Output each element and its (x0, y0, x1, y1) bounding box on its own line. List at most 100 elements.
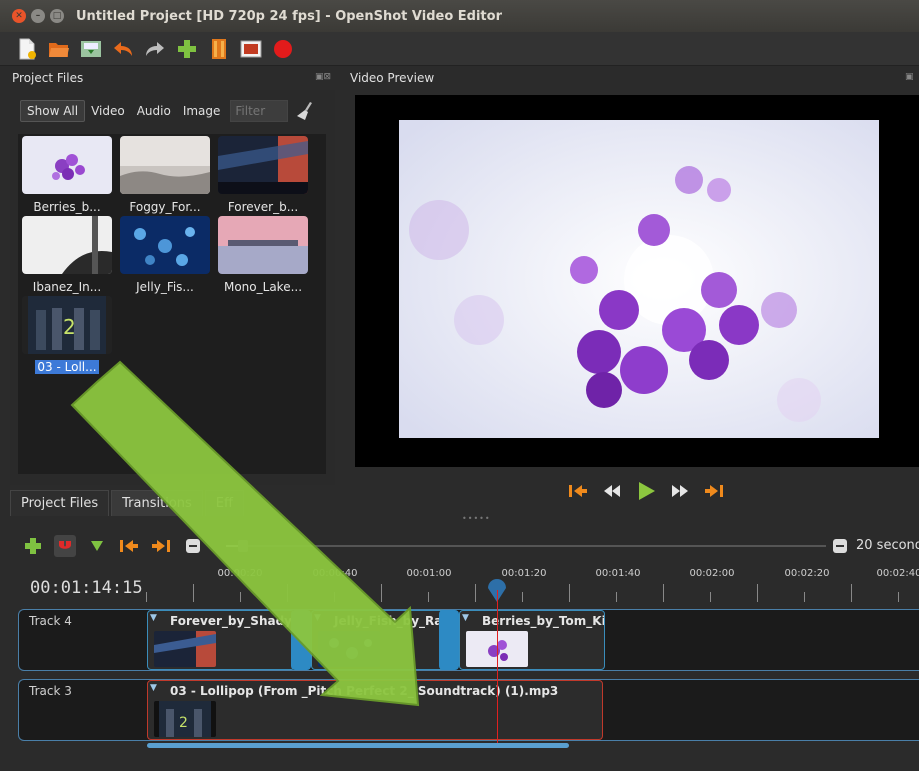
magnet-icon (59, 541, 71, 549)
ruler-tick (334, 592, 335, 602)
file-item-mono[interactable]: Mono_Lake... (217, 216, 309, 294)
file-item-forever[interactable]: Forever_b... (217, 136, 309, 214)
timeline-track-3[interactable]: Track 3 ▼ 03 - Lollipop (From _Pitch Per… (18, 679, 919, 741)
ruler-tick (804, 592, 805, 602)
import-files-button[interactable] (174, 36, 200, 62)
choose-profile-button[interactable] (206, 36, 232, 62)
previous-marker-button[interactable] (118, 535, 140, 557)
file-thumbnail (218, 216, 308, 274)
timeline-track-4[interactable]: Track 4 ▼ Forever_by_Shady_S... ▼ Jelly_… (18, 609, 919, 671)
ruler-tick (757, 584, 758, 602)
jump-to-start-button[interactable] (565, 478, 591, 504)
filter-input[interactable] (230, 100, 289, 122)
file-item-jelly[interactable]: Jelly_Fis... (119, 216, 211, 294)
zoom-in-icon (833, 539, 847, 553)
video-preview-dock-title: Video Preview (350, 71, 435, 85)
filter-image-button[interactable]: Image (177, 101, 227, 121)
clip-title: 03 - Lollipop (From _Pitch Perfect 2_ So… (170, 684, 559, 698)
undo-button[interactable] (110, 36, 136, 62)
rewind-icon (604, 485, 620, 497)
clip-thumbnail (154, 631, 216, 667)
title-bar: ✕ – □ Untitled Project [HD 720p 24 fps] … (0, 0, 919, 32)
jump-to-end-button[interactable] (701, 478, 727, 504)
zoom-out-icon (186, 539, 200, 553)
zoom-in-button[interactable] (832, 538, 848, 557)
play-button[interactable] (633, 478, 659, 504)
rewind-button[interactable] (599, 478, 625, 504)
timeline-clip[interactable]: ▼ Jelly_Fish_by_RaDu_G... (311, 610, 451, 670)
ruler-label: 00:02:00 (689, 568, 735, 579)
file-item-lollipop[interactable]: 2 03 - Loll... (21, 296, 113, 374)
jump-start-icon (569, 485, 587, 497)
timeline-clip[interactable]: ▼ Forever_by_Shady_S... (147, 610, 295, 670)
transition[interactable] (439, 610, 459, 670)
save-project-icon (81, 40, 101, 57)
ruler-tick (616, 592, 617, 602)
open-project-icon (49, 42, 69, 57)
file-thumbnail (22, 136, 112, 194)
next-marker-button[interactable] (150, 535, 172, 557)
clip-menu-icon[interactable]: ▼ (150, 683, 157, 693)
zoom-slider-track[interactable] (226, 545, 826, 547)
fast-forward-button[interactable] (667, 478, 693, 504)
file-item-foggy[interactable]: Foggy_For... (119, 136, 211, 214)
marker-icon (91, 541, 103, 551)
file-label: Foggy_For... (129, 200, 201, 214)
timeline-ruler[interactable]: 00:01:14:15 00:00:20 00:00:40 00:01:00 0… (0, 564, 919, 608)
redo-button[interactable] (142, 36, 168, 62)
tab-project-files[interactable]: Project Files (10, 490, 110, 516)
new-project-button[interactable] (14, 36, 40, 62)
add-marker-button[interactable] (86, 535, 108, 557)
current-timecode: 00:01:14:15 (30, 578, 143, 598)
file-thumbnail (22, 216, 112, 274)
fullscreen-button[interactable] (238, 36, 264, 62)
file-label: Forever_b... (227, 200, 299, 214)
maximize-window-button[interactable]: □ (50, 9, 64, 23)
ruler-tick (898, 592, 899, 602)
record-button[interactable] (270, 36, 296, 62)
undo-icon (114, 41, 132, 56)
dock-float-close-icons[interactable]: ▣⊠ (315, 72, 331, 82)
tab-effects[interactable]: Eff (204, 490, 244, 516)
transition[interactable] (291, 610, 311, 670)
splitter-handle[interactable]: ••••• (462, 514, 491, 523)
tab-transitions[interactable]: Transitions (111, 490, 203, 516)
filter-video-button[interactable]: Video (85, 101, 131, 121)
file-label: Ibanez_In... (32, 280, 102, 294)
ruler-tick (146, 592, 147, 602)
file-label-selected: 03 - Loll... (35, 360, 99, 374)
timeline-audio-clip[interactable]: ▼ 03 - Lollipop (From _Pitch Perfect 2_ … (147, 680, 603, 740)
dock-float-icon[interactable]: ▣ (905, 72, 914, 82)
clip-title: Forever_by_Shady_S... (170, 614, 294, 628)
zoom-slider-handle[interactable] (238, 540, 248, 552)
clip-title: Berries_by_Tom_Kijas.j... (482, 614, 604, 628)
svg-text:2: 2 (63, 315, 76, 339)
fullscreen-icon (240, 40, 262, 57)
close-window-button[interactable]: ✕ (12, 9, 26, 23)
file-item-ibanez[interactable]: Ibanez_In... (21, 216, 113, 294)
clip-menu-icon[interactable]: ▼ (462, 613, 469, 623)
filter-audio-button[interactable]: Audio (131, 101, 177, 121)
ruler-label: 00:02:40 (876, 568, 919, 579)
save-project-button[interactable] (78, 36, 104, 62)
add-track-button[interactable] (22, 535, 44, 557)
ruler-label: 00:01:20 (501, 568, 547, 579)
snapping-toggle[interactable] (54, 535, 76, 557)
window-title: Untitled Project [HD 720p 24 fps] - Open… (76, 8, 502, 24)
zoom-out-button[interactable] (182, 535, 204, 557)
timeline-clip[interactable]: ▼ Berries_by_Tom_Kijas.j... (459, 610, 605, 670)
ruler-tick (710, 592, 711, 602)
minimize-window-button[interactable]: – (31, 9, 45, 23)
clip-menu-icon[interactable]: ▼ (150, 613, 157, 623)
ruler-label: 00:00:20 (217, 568, 263, 579)
file-item-berries[interactable]: Berries_b... (21, 136, 113, 214)
ruler-tick (663, 584, 664, 602)
filter-show-all-button[interactable]: Show All (20, 100, 86, 122)
clear-filter-button[interactable] (296, 101, 314, 121)
track-name: Track 4 (29, 614, 72, 628)
clip-menu-icon[interactable]: ▼ (314, 613, 321, 623)
playback-controls (565, 478, 735, 504)
timeline-horizontal-scrollbar[interactable] (147, 743, 569, 748)
open-project-button[interactable] (46, 36, 72, 62)
clip-title: Jelly_Fish_by_RaDu_G... (334, 614, 451, 628)
